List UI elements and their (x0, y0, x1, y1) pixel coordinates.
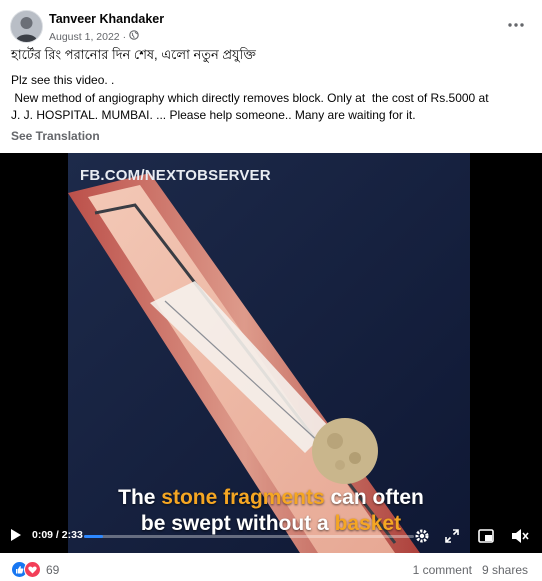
reactions-summary[interactable]: 69 (11, 561, 59, 578)
post-title: হার্টের রিং পরানোর দিন শেষ, এলো নতুন প্র… (11, 47, 256, 62)
gear-icon[interactable] (414, 528, 430, 549)
meta-separator: · (122, 30, 127, 43)
reaction-count: 69 (46, 562, 60, 577)
love-icon (24, 561, 41, 578)
post-body-line: J. J. HOSPITAL. MUMBAI. ... Please help … (11, 108, 416, 122)
post-body: Plz see this video. . New method of angi… (11, 72, 531, 125)
post-body-line: Plz see this video. . (11, 73, 115, 87)
comments-count[interactable]: 1 comment (413, 563, 472, 577)
reaction-icons (11, 561, 41, 578)
video-time: 0:09 / 2:33 (32, 529, 83, 541)
more-options-button[interactable] (504, 14, 528, 32)
picture-in-picture-icon[interactable] (478, 529, 494, 548)
see-translation-link[interactable]: See Translation (11, 129, 100, 143)
video-progress-bar[interactable] (84, 535, 414, 538)
post-stats: 1 comment 9 shares (413, 563, 528, 577)
volume-icon[interactable] (511, 528, 529, 549)
video-controls: 0:09 / 2:33 (0, 521, 542, 553)
expand-icon[interactable] (445, 529, 459, 548)
video-progress-fill (84, 535, 104, 538)
video-player[interactable]: FB.COM/NEXTOBSERVER The stone fragments … (0, 153, 542, 553)
play-icon[interactable] (10, 528, 22, 547)
post-body-line: New method of angiography which directly… (11, 90, 489, 105)
globe-icon (129, 30, 139, 43)
avatar[interactable] (10, 10, 43, 43)
post-meta: August 1, 2022 · (49, 30, 139, 43)
author-name[interactable]: Tanveer Khandaker (49, 12, 164, 26)
shares-count[interactable]: 9 shares (482, 563, 528, 577)
post-card: Tanveer Khandaker August 1, 2022 · হার্ট… (0, 0, 542, 581)
post-date[interactable]: August 1, 2022 (49, 31, 120, 43)
subtitle-line-1: The stone fragments can often (118, 486, 424, 509)
more-horizontal-icon (508, 14, 524, 32)
video-watermark: FB.COM/NEXTOBSERVER (80, 167, 271, 184)
